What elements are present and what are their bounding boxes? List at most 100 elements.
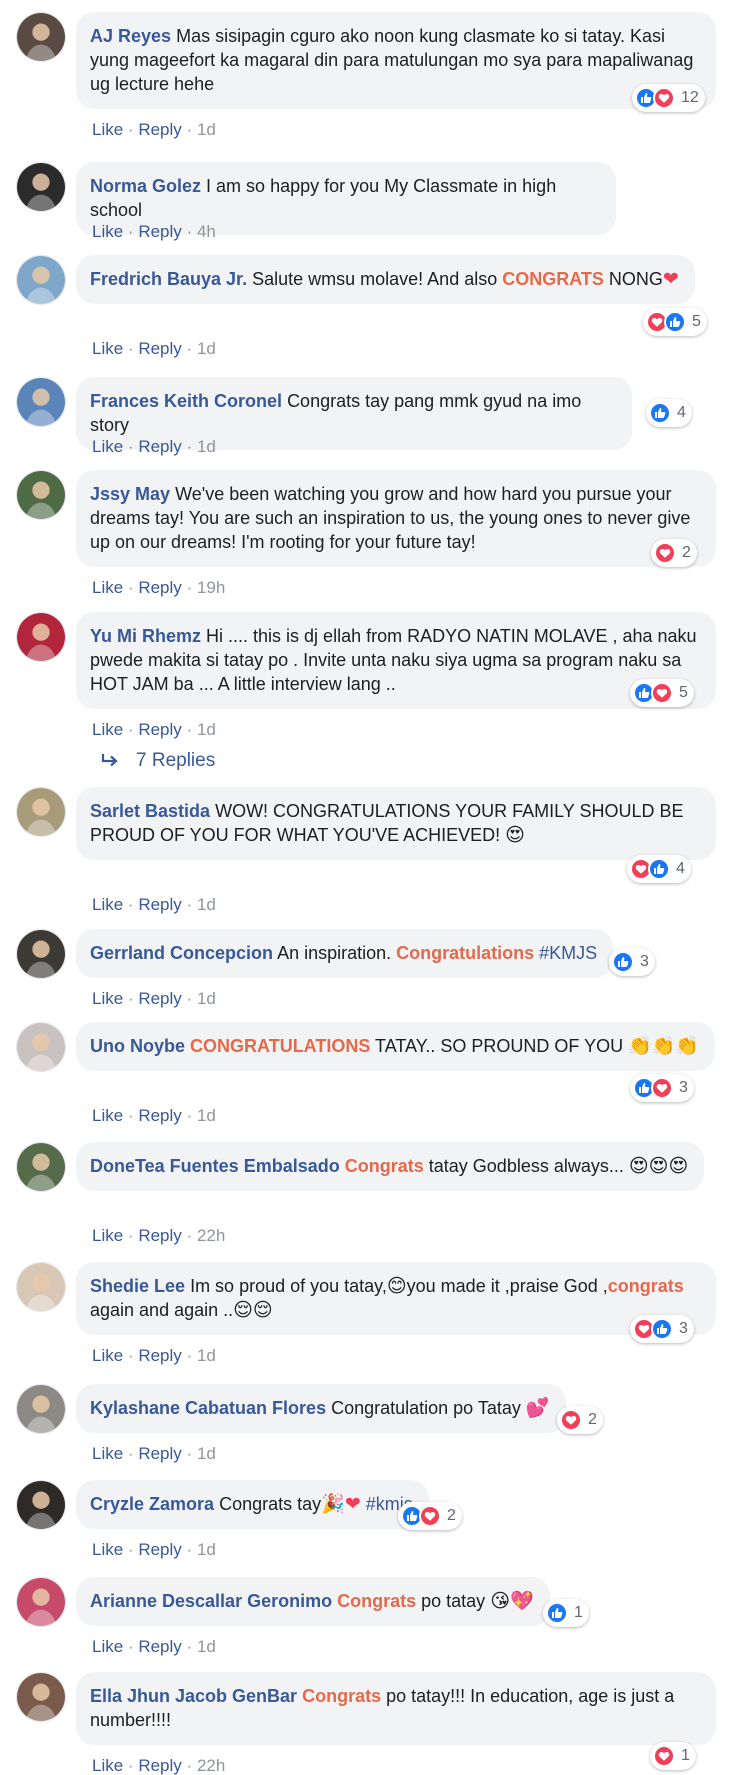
reply-link[interactable]: Reply <box>138 1637 181 1656</box>
comment-time[interactable]: 1d <box>197 989 216 1008</box>
avatar[interactable] <box>16 1480 66 1530</box>
like-link[interactable]: Like <box>92 578 123 597</box>
hashtag-link[interactable]: #KMJS <box>539 943 597 963</box>
reaction-summary[interactable]: 4 <box>627 855 691 883</box>
avatar[interactable] <box>16 1142 66 1192</box>
comment-author[interactable]: Ella Jhun Jacob GenBar <box>90 1686 297 1706</box>
comment-time[interactable]: 1d <box>197 1346 216 1365</box>
view-replies-link[interactable]: 7 Replies <box>100 750 215 772</box>
reply-link[interactable]: Reply <box>138 339 181 358</box>
comment-author[interactable]: Sarlet Bastida <box>90 801 210 821</box>
comment-bubble: Shedie Lee Im so proud of you tatay,😊you… <box>76 1262 716 1335</box>
reply-link[interactable]: Reply <box>138 1106 181 1125</box>
comment-time[interactable]: 4h <box>197 222 216 241</box>
reaction-summary[interactable]: 12 <box>632 84 705 112</box>
avatar[interactable] <box>16 1672 66 1722</box>
comment-time[interactable]: 1d <box>197 1444 216 1463</box>
comment-author[interactable]: AJ Reyes <box>90 26 171 46</box>
reply-link[interactable]: Reply <box>138 578 181 597</box>
comment-author[interactable]: Norma Golez <box>90 176 201 196</box>
comment-author[interactable]: Frances Keith Coronel <box>90 391 282 411</box>
comment-time[interactable]: 19h <box>197 578 225 597</box>
comment-time[interactable]: 1d <box>197 339 216 358</box>
highlighted-text: Congrats <box>302 1686 382 1706</box>
comment-time[interactable]: 1d <box>197 1106 216 1125</box>
comment-author[interactable]: DoneTea Fuentes Embalsado <box>90 1156 340 1176</box>
reply-link[interactable]: Reply <box>138 989 181 1008</box>
reaction-summary[interactable]: 5 <box>630 679 694 707</box>
comment-actions: Like · Reply · 1d <box>92 1346 216 1366</box>
avatar[interactable] <box>16 612 66 662</box>
like-link[interactable]: Like <box>92 1444 123 1463</box>
separator-dot: · <box>127 989 134 1008</box>
reply-link[interactable]: Reply <box>138 1346 181 1365</box>
avatar[interactable] <box>16 255 66 305</box>
reaction-summary[interactable]: 1 <box>650 1742 696 1770</box>
avatar[interactable] <box>16 1577 66 1627</box>
reaction-summary[interactable]: 2 <box>398 1502 462 1530</box>
reply-link[interactable]: Reply <box>138 1540 181 1559</box>
reply-link[interactable]: Reply <box>138 437 181 456</box>
reaction-summary[interactable]: 4 <box>646 399 692 427</box>
comment-author[interactable]: Fredrich Bauya Jr. <box>90 269 247 289</box>
like-link[interactable]: Like <box>92 720 123 739</box>
comment-author[interactable]: Uno Noybe <box>90 1036 185 1056</box>
avatar[interactable] <box>16 470 66 520</box>
like-link[interactable]: Like <box>92 339 123 358</box>
comment-author[interactable]: Gerrland Concepcion <box>90 943 273 963</box>
emoji: ❤ <box>662 268 679 290</box>
comment-author[interactable]: Cryzle Zamora <box>90 1494 214 1514</box>
separator-dot: · <box>127 1106 134 1125</box>
like-link[interactable]: Like <box>92 1346 123 1365</box>
like-link[interactable]: Like <box>92 1756 123 1775</box>
reply-link[interactable]: Reply <box>138 895 181 914</box>
like-link[interactable]: Like <box>92 895 123 914</box>
like-link[interactable]: Like <box>92 1540 123 1559</box>
avatar[interactable] <box>16 1262 66 1312</box>
comment-time[interactable]: 1d <box>197 437 216 456</box>
like-link[interactable]: Like <box>92 989 123 1008</box>
comment-author[interactable]: Kylashane Cabatuan Flores <box>90 1398 326 1418</box>
like-link[interactable]: Like <box>92 1226 123 1245</box>
avatar[interactable] <box>16 787 66 837</box>
comment-bubble: Arianne Descallar Geronimo Congrats po t… <box>76 1577 550 1626</box>
comment-time[interactable]: 1d <box>197 1637 216 1656</box>
comment-actions: Like · Reply · 1d <box>92 1444 216 1464</box>
avatar[interactable] <box>16 162 66 212</box>
comment-time[interactable]: 1d <box>197 1540 216 1559</box>
like-link[interactable]: Like <box>92 437 123 456</box>
comment-actions: Like · Reply · 22h <box>92 1226 225 1246</box>
reaction-summary[interactable]: 3 <box>630 1315 694 1343</box>
comment-time[interactable]: 22h <box>197 1756 225 1775</box>
reaction-summary[interactable]: 3 <box>609 948 655 976</box>
reaction-summary[interactable]: 5 <box>643 308 707 336</box>
avatar[interactable] <box>16 377 66 427</box>
like-link[interactable]: Like <box>92 222 123 241</box>
like-link[interactable]: Like <box>92 1637 123 1656</box>
reply-link[interactable]: Reply <box>138 1756 181 1775</box>
reaction-summary[interactable]: 3 <box>630 1074 694 1102</box>
avatar[interactable] <box>16 929 66 979</box>
reply-link[interactable]: Reply <box>138 222 181 241</box>
comment-author[interactable]: Arianne Descallar Geronimo <box>90 1591 332 1611</box>
reaction-summary[interactable]: 1 <box>543 1599 589 1627</box>
comment-time[interactable]: 1d <box>197 720 216 739</box>
comment-author[interactable]: Jssy May <box>90 484 170 504</box>
comment-time[interactable]: 1d <box>197 895 216 914</box>
reply-link[interactable]: Reply <box>138 1444 181 1463</box>
like-link[interactable]: Like <box>92 1106 123 1125</box>
comment-time[interactable]: 22h <box>197 1226 225 1245</box>
reply-link[interactable]: Reply <box>138 1226 181 1245</box>
reply-link[interactable]: Reply <box>138 720 181 739</box>
avatar[interactable] <box>16 12 66 62</box>
reaction-summary[interactable]: 2 <box>651 539 697 567</box>
reaction-summary[interactable]: 2 <box>557 1406 603 1434</box>
comment-time[interactable]: 1d <box>197 120 216 139</box>
avatar[interactable] <box>16 1022 66 1072</box>
like-link[interactable]: Like <box>92 120 123 139</box>
reply-link[interactable]: Reply <box>138 120 181 139</box>
avatar[interactable] <box>16 1384 66 1434</box>
comment-author[interactable]: Shedie Lee <box>90 1276 185 1296</box>
comment-author[interactable]: Yu Mi Rhemz <box>90 626 201 646</box>
reaction-count: 3 <box>679 1320 688 1337</box>
